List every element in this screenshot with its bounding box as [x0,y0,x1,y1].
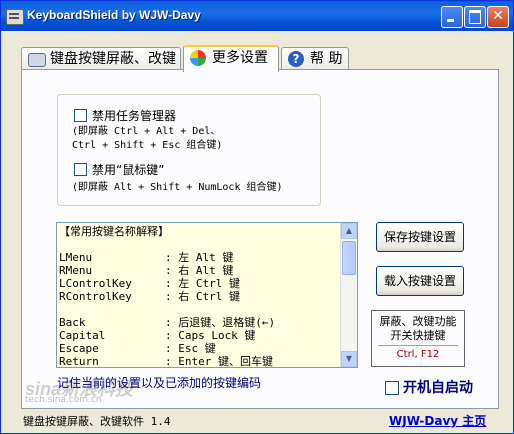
autostart-checkbox[interactable] [385,381,399,395]
task-manager-note: (即屏蔽 Ctrl + Alt + Del、 Ctrl + Shift + Es… [72,126,223,151]
tab-key-shield[interactable]: 键盘按键屏蔽、改键 [21,47,181,69]
hotkey-title-line1: 屏蔽、改键功能 [379,315,457,328]
key-name-row: RMenu : 右 Alt 键 [59,264,234,277]
tab-label: 键盘按键屏蔽、改键 [50,51,176,67]
save-keys-button[interactable]: 保存按键设置 [376,222,464,252]
key-name-row: Escape : Esc 键 [59,342,216,355]
help-icon: ? [288,51,304,67]
windows-flag-icon [190,50,206,66]
load-keys-button[interactable]: 载入按键设置 [376,266,464,296]
scroll-thumb[interactable] [342,241,356,275]
key-name-row: LControlKey : 左 Ctrl 键 [59,277,240,290]
key-name-row: Return : Enter 键、回车键 [59,355,273,368]
minimize-icon [447,19,454,22]
hotkey-value: Ctrl, F12 [396,349,440,360]
mouse-keys-note: (即屏蔽 Alt + Shift + NumLock 组合键) [72,182,283,193]
key-name-row: Back : 后退键、退格键(←) [59,316,276,329]
more-settings-panel: 禁用任务管理器 (即屏蔽 Ctrl + Alt + Del、 Ctrl + Sh… [21,69,499,409]
app-version-text: 键盘按键屏蔽、改键软件 1.4 [23,415,171,428]
window-title: KeyboardShield by WJW-Davy [27,8,201,22]
status-bar: 键盘按键屏蔽、改键软件 1.4 WJW-Davy 主页 [1,407,513,433]
scroll-down-icon[interactable]: ▼ [341,351,357,367]
keyboard-app-icon [6,9,24,25]
scroll-up-icon[interactable]: ▲ [341,223,357,239]
close-button[interactable]: ✕ [487,6,509,28]
key-names-content: 【常用按键名称解释】 LMenu : 左 Alt 键 RMenu : 右 Alt … [59,225,339,368]
maximize-icon [469,10,481,24]
keyboard-icon [28,53,46,67]
autostart-label[interactable]: 开机自启动 [403,377,473,397]
watermark-url: tech.sina.com.cn [25,395,102,405]
tab-label: 帮 助 [310,51,343,67]
tab-help[interactable]: ? 帮 助 [281,47,349,69]
title-bar[interactable]: KeyboardShield by WJW-Davy ✕ [1,1,513,31]
hotkey-box: 屏蔽、改键功能 开关快捷键 Ctrl, F12 [371,310,465,367]
hotkey-title: 屏蔽、改键功能 开关快捷键 [372,315,464,343]
hotkey-title-line2: 开关快捷键 [390,329,446,342]
key-name-row: RControlKey : 右 Ctrl 键 [59,290,240,303]
close-icon: ✕ [492,8,504,24]
maximize-button[interactable] [464,6,486,28]
tab-more-settings[interactable]: 更多设置 [183,45,279,72]
vertical-scrollbar[interactable]: ▲ ▼ [340,223,357,367]
disable-mouse-keys-checkbox[interactable] [74,163,87,176]
divider [378,345,458,346]
disable-task-manager-label[interactable]: 禁用任务管理器 [92,107,176,124]
remember-settings-label: 记住当前的设置以及已添加的按键编码 [57,376,262,390]
tab-label: 更多设置 [212,50,268,66]
key-names-textbox[interactable]: 【常用按键名称解释】 LMenu : 左 Alt 键 RMenu : 右 Alt … [56,222,358,368]
disable-mouse-keys-label[interactable]: 禁用“鼠标键” [92,161,164,178]
key-names-header: 【常用按键名称解释】 [59,225,169,238]
app-window: KeyboardShield by WJW-Davy ✕ 键盘按键屏蔽、改键 更… [0,0,514,434]
minimize-button[interactable] [441,6,463,28]
disable-task-manager-checkbox[interactable] [74,109,87,122]
homepage-link[interactable]: WJW-Davy 主页 [389,412,486,429]
key-name-row: Capital : Caps Lock 键 [59,329,256,342]
key-name-row: LMenu : 左 Alt 键 [59,251,234,264]
system-options-group: 禁用任务管理器 (即屏蔽 Ctrl + Alt + Del、 Ctrl + Sh… [57,94,321,206]
key-name-row [59,303,339,316]
